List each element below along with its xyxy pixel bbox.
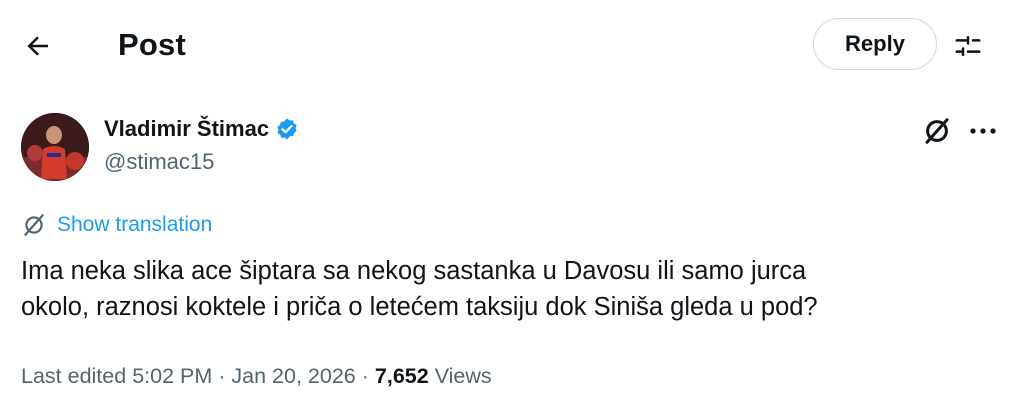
avatar-image <box>21 113 89 181</box>
show-translation[interactable]: Show translation <box>21 211 212 239</box>
sliders-icon <box>955 36 981 56</box>
more-dots-icon <box>970 128 996 134</box>
translate-icon <box>24 214 44 236</box>
filter-button[interactable] <box>948 26 988 66</box>
author-display-name: Vladimir Štimac <box>104 116 270 141</box>
back-button[interactable] <box>20 28 56 64</box>
post-date[interactable]: Jan 20, 2026 <box>231 364 355 388</box>
views-count[interactable]: 7,652 <box>375 364 429 388</box>
meta-separator-2: · <box>361 364 369 388</box>
grok-icon <box>925 118 949 144</box>
page-title: Post <box>118 27 186 62</box>
edited-label[interactable]: Last edited <box>21 364 126 388</box>
post-text: Ima neka slika ace šiptara sa nekog sast… <box>21 257 818 321</box>
post-header: Post Reply <box>0 0 1024 90</box>
post-time[interactable]: 5:02 PM <box>132 364 212 388</box>
arrow-left-icon <box>27 36 48 56</box>
verified-badge-icon <box>277 118 297 140</box>
reply-button[interactable]: Reply <box>813 18 937 70</box>
views-label[interactable]: Views <box>435 364 492 388</box>
meta-separator: · <box>218 364 226 388</box>
grok-button[interactable] <box>920 114 954 148</box>
post-meta: Last edited 5:02 PM · Jan 20, 2026 · 7,6… <box>21 360 492 392</box>
author-name[interactable]: Vladimir Štimac <box>104 114 299 144</box>
more-button[interactable] <box>964 114 1002 148</box>
show-translation-label: Show translation <box>57 213 213 236</box>
author-handle[interactable]: @stimac15 <box>104 147 214 177</box>
avatar[interactable] <box>21 113 89 181</box>
